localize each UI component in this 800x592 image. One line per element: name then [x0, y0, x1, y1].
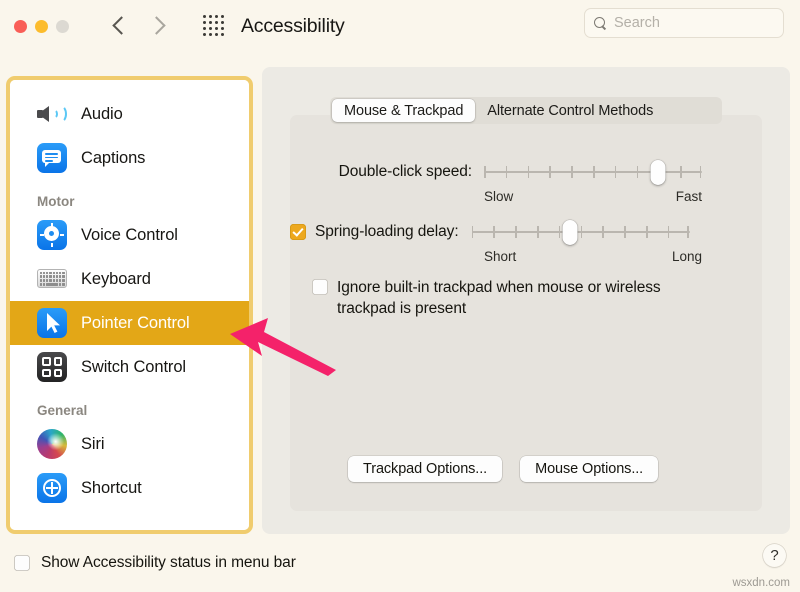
- sidebar-item-label: Audio: [81, 105, 123, 124]
- sidebar-item-label: Shortcut: [81, 479, 142, 498]
- sidebar-item-voice-control[interactable]: Voice Control: [10, 213, 249, 257]
- spring-loading-row: Spring-loading delay:: [290, 222, 762, 242]
- sidebar-item-label: Pointer Control: [81, 314, 190, 333]
- tab-mouse-trackpad[interactable]: Mouse & Trackpad: [332, 99, 475, 122]
- slider-knob[interactable]: [562, 220, 577, 245]
- shortcut-accessibility-icon: [37, 473, 67, 503]
- ignore-trackpad-label: Ignore built-in trackpad when mouse or w…: [337, 277, 709, 319]
- sidebar-item-audio[interactable]: Audio: [10, 92, 249, 136]
- sidebar-group-motor: Motor: [10, 194, 249, 209]
- options-button-group: Trackpad Options... Mouse Options...: [348, 456, 658, 482]
- slider-ticks: [472, 226, 690, 238]
- sidebar-item-shortcut[interactable]: Shortcut: [10, 466, 249, 510]
- spring-loading-min-label: Short: [484, 249, 516, 264]
- sidebar: Audio Captions Motor: [10, 80, 249, 530]
- tab-alternate-control-methods[interactable]: Alternate Control Methods: [475, 99, 665, 122]
- window-footer: Show Accessibility status in menu bar ? …: [0, 534, 800, 592]
- minimize-button[interactable]: [35, 20, 48, 33]
- double-click-range-labels: Slow Fast: [484, 189, 702, 204]
- spring-loading-label: Spring-loading delay:: [315, 223, 459, 241]
- mouse-options-button[interactable]: Mouse Options...: [520, 456, 658, 482]
- grid-all-preferences-icon[interactable]: [203, 15, 225, 37]
- sidebar-item-label: Switch Control: [81, 358, 186, 377]
- spring-loading-slider[interactable]: [472, 222, 690, 242]
- close-button[interactable]: [14, 20, 27, 33]
- sidebar-item-label: Keyboard: [81, 270, 151, 289]
- trackpad-options-button[interactable]: Trackpad Options...: [348, 456, 502, 482]
- ignore-trackpad-checkbox[interactable]: [312, 279, 328, 295]
- double-click-min-label: Slow: [484, 189, 513, 204]
- search-icon: [594, 17, 607, 30]
- double-click-speed-slider[interactable]: [484, 162, 702, 182]
- voice-control-icon: [37, 220, 67, 250]
- chevron-left-icon[interactable]: [113, 15, 126, 37]
- window-titlebar: Accessibility Search: [0, 0, 800, 52]
- double-click-speed-row: Double-click speed:: [290, 162, 762, 182]
- annotation-arrow-icon: [228, 312, 388, 392]
- accessibility-preferences-window: Accessibility Search Audio: [0, 0, 800, 592]
- chevron-right-icon[interactable]: [150, 15, 163, 37]
- double-click-max-label: Fast: [676, 189, 702, 204]
- tab-bar: Mouse & Trackpad Alternate Control Metho…: [330, 97, 722, 124]
- help-button[interactable]: ?: [763, 544, 786, 567]
- slider-knob[interactable]: [651, 160, 666, 185]
- sidebar-item-keyboard[interactable]: Keyboard: [10, 257, 249, 301]
- slider-ticks: [484, 166, 702, 178]
- search-field[interactable]: Search: [584, 8, 784, 38]
- pointer-cursor-icon: [37, 308, 67, 338]
- spring-loading-range-labels: Short Long: [484, 249, 702, 264]
- content-panel: Mouse & Trackpad Alternate Control Metho…: [262, 67, 790, 534]
- spring-loading-max-label: Long: [672, 249, 702, 264]
- sidebar-item-label: Voice Control: [81, 226, 178, 245]
- traffic-lights: [14, 20, 69, 33]
- show-accessibility-status-checkbox[interactable]: [14, 555, 30, 571]
- sidebar-item-siri[interactable]: Siri: [10, 422, 249, 466]
- audio-speaker-icon: [37, 99, 67, 129]
- sidebar-highlight-frame: Audio Captions Motor: [6, 76, 253, 534]
- spring-loading-checkbox[interactable]: [290, 224, 306, 240]
- watermark: wsxdn.com: [732, 577, 790, 589]
- sidebar-item-switch-control[interactable]: Switch Control: [10, 345, 249, 389]
- captions-bubble-icon: [37, 143, 67, 173]
- double-click-speed-label: Double-click speed:: [290, 163, 472, 181]
- sidebar-group-general: General: [10, 403, 249, 418]
- search-placeholder: Search: [614, 15, 660, 31]
- sidebar-item-label: Siri: [81, 435, 104, 454]
- keyboard-icon: [37, 264, 67, 294]
- switch-control-grid-icon: [37, 352, 67, 382]
- sidebar-item-label: Captions: [81, 149, 145, 168]
- sidebar-item-captions[interactable]: Captions: [10, 136, 249, 180]
- sidebar-item-pointer-control[interactable]: Pointer Control: [10, 301, 249, 345]
- siri-orb-icon: [37, 429, 67, 459]
- zoom-button[interactable]: [56, 20, 69, 33]
- page-title: Accessibility: [241, 15, 345, 38]
- show-accessibility-status-label: Show Accessibility status in menu bar: [41, 554, 296, 572]
- navigation-arrows: [113, 15, 163, 37]
